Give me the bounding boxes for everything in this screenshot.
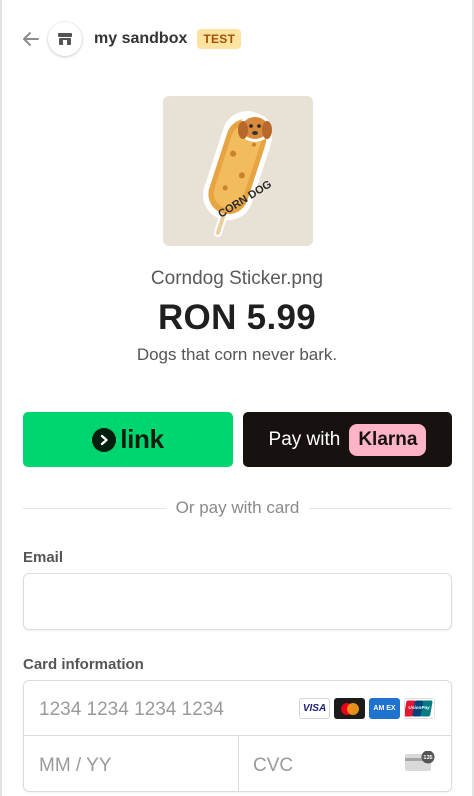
test-mode-badge: TEST	[197, 29, 242, 49]
link-pay-button[interactable]: link	[23, 412, 233, 467]
arrow-left-icon	[23, 32, 39, 46]
cvc-card-icon: 135	[405, 751, 435, 771]
klarna-logo: Klarna	[349, 423, 427, 456]
product-image: CORN DOG	[163, 96, 313, 246]
product-price: RON 5.99	[157, 298, 317, 337]
link-label: link	[120, 424, 164, 454]
email-label: Email	[23, 549, 64, 566]
product-description: Dogs that corn never bark.	[136, 345, 338, 364]
unionpay-icon: UnionPay	[404, 698, 435, 719]
mastercard-icon	[334, 698, 365, 719]
expiry-field[interactable]: MM / YY	[39, 755, 112, 777]
cvc-icon-text: 135	[423, 755, 432, 761]
card-number-field[interactable]: 1234 1234 1234 1234	[39, 699, 224, 721]
merchant-avatar	[48, 22, 82, 56]
link-logo: link	[92, 424, 164, 455]
frame-border-left	[0, 0, 2, 796]
link-chevron-icon	[92, 427, 117, 452]
storefront-icon	[58, 33, 72, 45]
klarna-prefix: Pay with	[268, 428, 341, 450]
klarna-pay-button[interactable]: Pay with Klarna	[243, 412, 452, 467]
expiry-cvc-divider	[238, 736, 239, 791]
card-info-box: 1234 1234 1234 1234 VISA AM EX UnionPay …	[23, 680, 452, 792]
divider-text: Or pay with card	[175, 498, 300, 517]
divider-line-left	[23, 507, 166, 509]
divider-line-right	[309, 507, 453, 509]
back-button[interactable]	[20, 28, 42, 50]
visa-icon: VISA	[299, 698, 330, 719]
checkout-header: my sandbox TEST	[20, 20, 242, 58]
unionpay-text: UnionPay	[408, 705, 430, 710]
card-divider: Or pay with card	[23, 496, 453, 520]
product-name: Corndog Sticker.png	[150, 268, 324, 289]
card-info-label: Card information	[23, 656, 144, 673]
amex-icon: AM EX	[369, 698, 400, 719]
card-brands: VISA AM EX UnionPay	[299, 698, 435, 719]
cvc-field[interactable]: CVC	[253, 755, 293, 777]
corndog-sticker-image: CORN DOG	[203, 111, 274, 238]
card-number-row: 1234 1234 1234 1234 VISA AM EX UnionPay	[24, 681, 451, 736]
merchant-name: my sandbox	[94, 30, 188, 47]
email-field[interactable]	[23, 573, 452, 630]
